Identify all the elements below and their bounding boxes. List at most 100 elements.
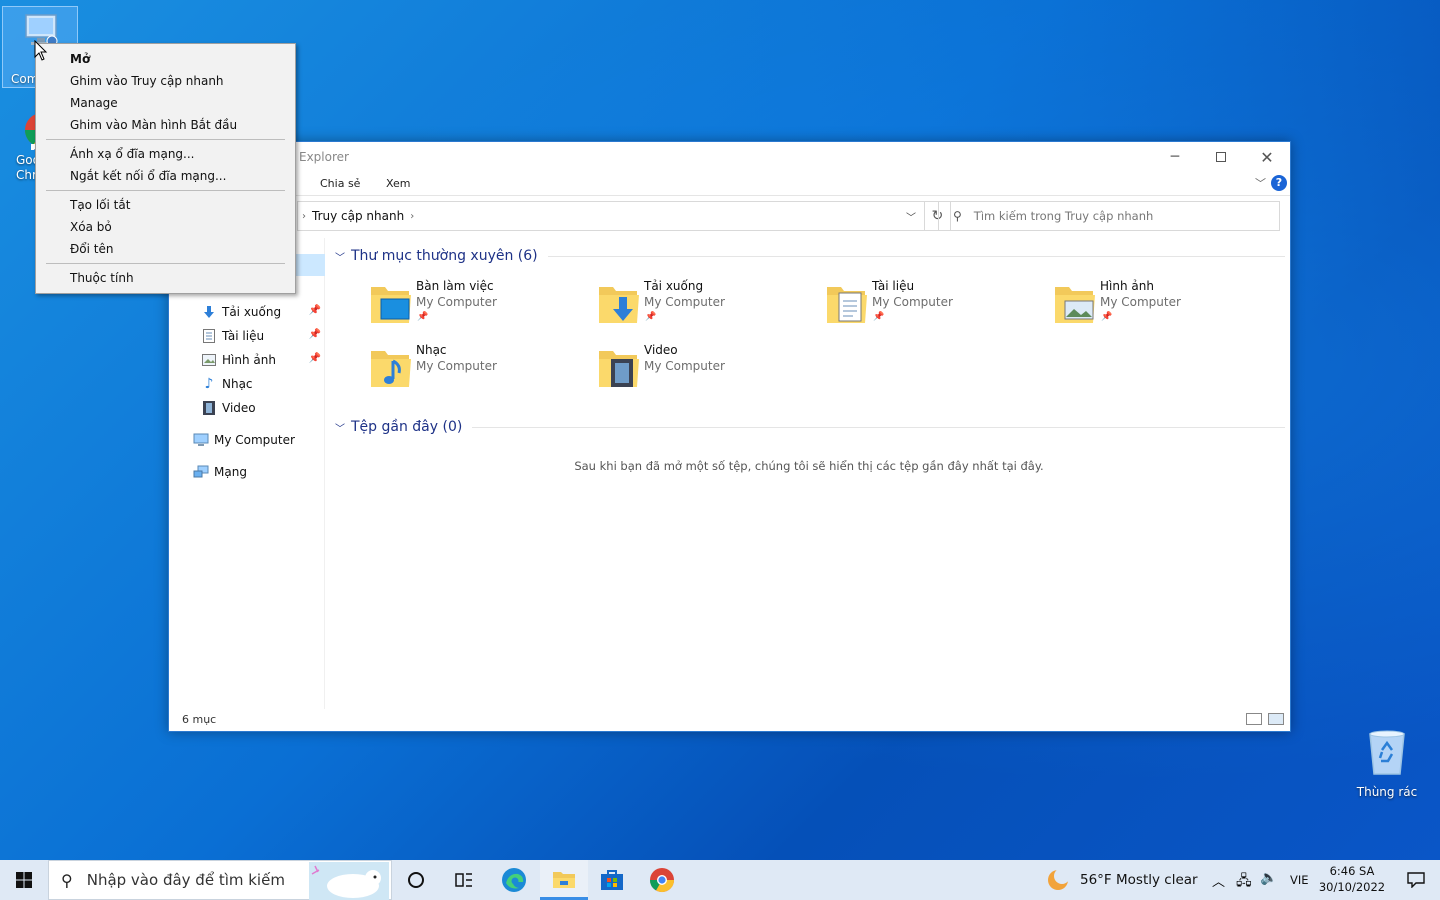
menu-separator [46,190,285,191]
action-center-button[interactable] [1392,860,1440,900]
divider [547,255,1285,257]
navigation-pane: Tải xuống 📌 Tài liệu 📌 Hình ảnh 📌 ♪ Nhạc [169,238,325,709]
edge-icon [502,868,526,892]
address-history-dropdown[interactable]: ﹀ [898,202,924,230]
ribbon-expand-button[interactable]: ﹀ [1255,175,1266,191]
taskbar-edge-button[interactable] [490,860,538,900]
folder-location: My Computer [872,295,953,309]
downloads-folder-icon [599,287,639,323]
menu-item-delete[interactable]: Xóa bỏ [36,216,295,238]
folder-tile-downloads[interactable]: Tải xuống My Computer 📌 [597,279,817,337]
folder-name: Tải xuống [644,279,704,293]
maximize-button[interactable] [1198,142,1244,172]
nav-item-downloads[interactable]: Tải xuống 📌 [201,301,325,323]
nav-item-videos[interactable]: Video [201,397,325,419]
group-header-recent[interactable]: ﹀ Tệp gần đây (0) [335,415,1285,439]
folder-location: My Computer [416,359,497,373]
menu-item-properties[interactable]: Thuộc tính [36,267,295,289]
large-icons-view-button[interactable] [1268,713,1284,725]
search-input[interactable]: ⚲ Tìm kiếm trong Truy cập nhanh [938,201,1280,231]
address-bar[interactable]: › Truy cập nhanh › ﹀ [297,201,925,231]
folder-name: Tài liệu [872,279,915,293]
nav-item-music[interactable]: ♪ Nhạc [201,373,325,395]
tab-share[interactable]: Chia sẻ [320,177,360,190]
menu-separator [46,139,285,140]
nav-item-network[interactable]: Mạng [193,461,325,483]
clock-time: 6:46 SA [1329,864,1375,878]
title-bar: Explorer ─ ✕ [169,142,1290,172]
chevron-down-icon: ﹀ [906,212,916,224]
taskbar-clock[interactable]: 6:46 SA 30/10/2022 [1314,863,1390,895]
menu-item-disconnect-network-drive[interactable]: Ngắt kết nối ổ đĩa mạng... [36,165,295,187]
start-button[interactable] [0,860,48,900]
task-view-button[interactable] [440,860,488,900]
menu-item-manage[interactable]: Manage [36,92,295,114]
pin-icon: 📌 [873,312,885,322]
context-menu: Mở Ghim vào Truy cập nhanh Manage Ghim v… [35,43,296,294]
file-explorer-icon [553,871,575,888]
network-status-icon[interactable]: 🖧 [1236,870,1252,894]
weather-temperature: 56°F [1080,872,1112,888]
chevron-down-icon: ﹀ [335,423,345,435]
nav-item-pictures[interactable]: Hình ảnh 📌 [201,349,325,371]
search-icon: ⚲ [61,870,73,890]
music-note-icon: ♪ [204,376,214,392]
tab-view[interactable]: Xem [386,177,411,190]
close-button[interactable]: ✕ [1244,142,1290,172]
status-bar: 6 mục [169,709,1290,731]
volume-icon[interactable]: 🔈 [1260,870,1277,886]
store-icon [601,870,623,890]
cortana-circle-icon [408,872,424,888]
menu-item-map-network-drive[interactable]: Ánh xạ ổ đĩa mạng... [36,143,295,165]
chevron-down-icon: ﹀ [1255,177,1266,190]
group-header-frequent[interactable]: ﹀ Thư mục thường xuyên (6) [335,244,1285,268]
pin-icon: 📌 [645,312,657,322]
menu-item-pin-quick-access[interactable]: Ghim vào Truy cập nhanh [36,70,295,92]
folder-location: My Computer [416,295,497,309]
nav-item-label: Nhạc [222,377,253,391]
minimize-button[interactable]: ─ [1152,142,1198,172]
folder-tile-pictures[interactable]: Hình ảnh My Computer 📌 [1053,279,1273,337]
desktop-icon-label: Thùng rác [1356,785,1418,799]
folder-tile-desktop[interactable]: Bàn làm việc My Computer 📌 [369,279,589,337]
taskbar-search-box[interactable]: ⚲ Nhập vào đây để tìm kiếm [48,860,392,900]
chevron-right-icon: › [302,210,306,222]
documents-folder-icon [827,287,867,323]
chevron-right-icon[interactable]: › [410,211,414,222]
nav-item-label: Hình ảnh [222,353,276,367]
folder-tile-documents[interactable]: Tài liệu My Computer 📌 [825,279,1045,337]
cortana-button[interactable] [392,860,440,900]
weather-widget[interactable]: 56°F Mostly clear [1044,860,1200,900]
taskbar-search-placeholder: Nhập vào đây để tìm kiếm [86,871,285,889]
desktop-icon-recycle-bin[interactable]: Thùng rác [1348,728,1426,800]
breadcrumb-quick-access[interactable]: Truy cập nhanh [312,209,404,223]
taskbar-chrome-button[interactable] [638,860,686,900]
nav-item-label: Video [222,401,256,415]
document-icon [201,328,217,344]
details-view-button[interactable] [1246,713,1262,725]
menu-item-open[interactable]: Mở [36,48,295,70]
nav-item-label: My Computer [214,433,295,447]
pin-icon: 📌 [308,329,321,340]
nav-item-label: Tài liệu [222,329,265,343]
file-explorer-window: Explorer ─ ✕ Chia sẻ Xem ﹀ ? › Truy cập … [168,141,1291,732]
menu-item-create-shortcut[interactable]: Tạo lối tắt [36,194,295,216]
folder-tile-music[interactable]: Nhạc My Computer [369,343,589,401]
folder-name: Nhạc [416,343,447,357]
film-icon [201,400,217,416]
show-hidden-icons-button[interactable]: ︿ [1212,871,1225,890]
notification-icon [1407,872,1425,888]
help-button[interactable]: ? [1271,175,1287,191]
menu-item-pin-start[interactable]: Ghim vào Màn hình Bắt đầu [36,114,295,136]
folder-name: Hình ảnh [1100,279,1154,293]
input-language-indicator[interactable]: VIE [1290,873,1309,887]
folder-location: My Computer [644,295,725,309]
taskbar-store-button[interactable] [588,860,636,900]
maximize-icon [1216,152,1226,162]
nav-item-my-computer[interactable]: My Computer [193,429,325,451]
nav-item-documents[interactable]: Tài liệu 📌 [201,325,325,347]
nav-item-label: Tải xuống [222,305,282,319]
folder-tile-videos[interactable]: Video My Computer [597,343,817,401]
taskbar-file-explorer-button[interactable] [540,860,588,900]
menu-item-rename[interactable]: Đổi tên [36,238,295,260]
